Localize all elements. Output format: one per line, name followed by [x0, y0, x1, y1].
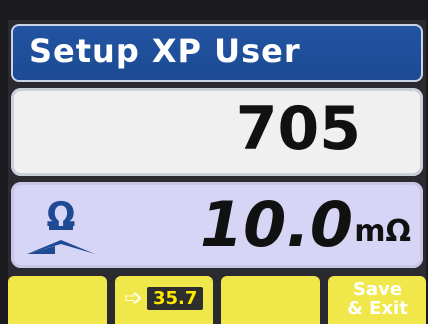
page-title: Setup XP User: [29, 32, 301, 70]
reading-display: Ω 10.0 mΩ: [11, 182, 423, 268]
softkey-3[interactable]: [221, 276, 320, 324]
save-exit-line1: Save: [352, 279, 403, 300]
reading-value: 10.0: [200, 188, 353, 261]
reading-unit: mΩ: [354, 214, 411, 249]
value-display: 705: [11, 88, 423, 176]
title-bar: Setup XP User: [11, 24, 423, 82]
softkey-2[interactable]: ➩ 35.7: [114, 276, 213, 324]
device-screen: Setup XP User 705 Ω 10.0 mΩ ➩ 35.7 Save …: [8, 20, 426, 324]
save-exit-label: Save & Exit: [346, 280, 410, 318]
softkey-row: ➩ 35.7 Save & Exit: [8, 276, 426, 324]
arrow-right-icon: ➩: [124, 286, 143, 311]
softkey-display: 35.7: [146, 287, 204, 310]
save-exit-button[interactable]: Save & Exit: [327, 276, 426, 324]
user-value: 705: [235, 94, 361, 164]
save-exit-line2: & Exit: [347, 298, 408, 319]
softkey-1[interactable]: [8, 276, 107, 324]
ohm-meter-icon: Ω: [27, 195, 95, 254]
softkey-2-content: ➩ 35.7: [125, 286, 204, 311]
